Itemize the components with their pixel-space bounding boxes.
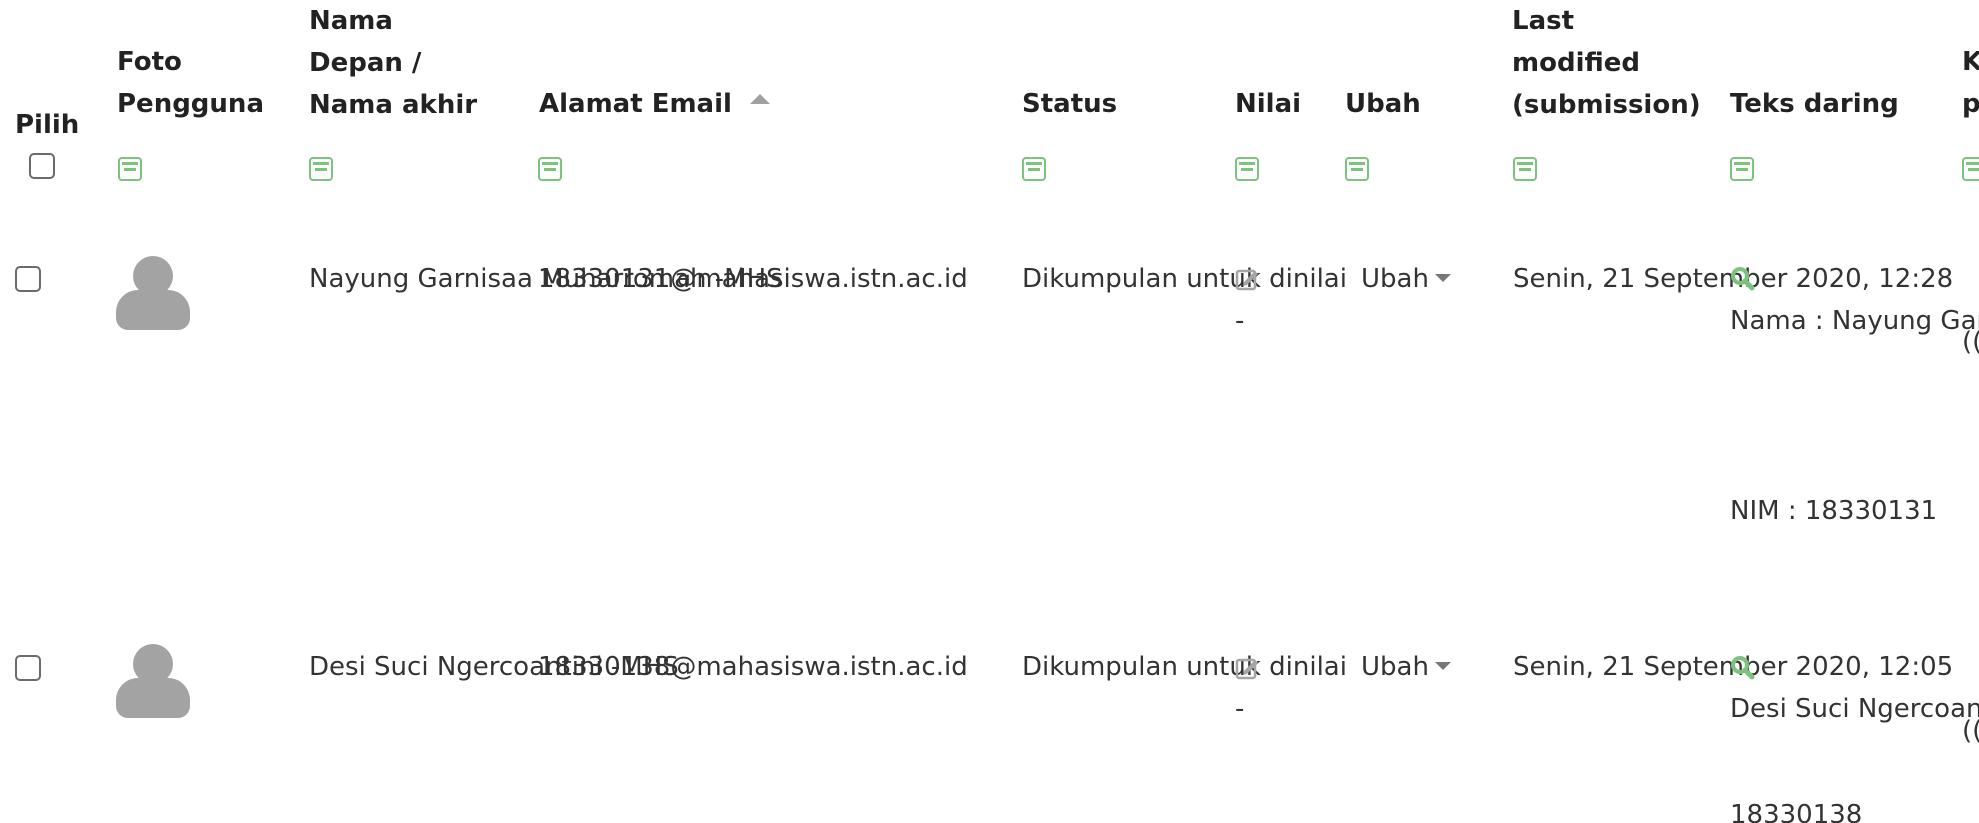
online-text-preview: Nama : Nayung Garnisaa Muharromah <box>1730 306 1979 336</box>
sort-ascending-icon <box>749 94 770 104</box>
collapse-column-icon[interactable] <box>1513 157 1537 181</box>
header-nama[interactable]: Nama Depan / Nama akhir <box>309 0 477 126</box>
online-text-preview: Desi Suci Ngercoantini <box>1730 694 1979 724</box>
header-ubah: Ubah <box>1345 89 1421 119</box>
collapse-column-icon[interactable] <box>1235 157 1259 181</box>
edit-grade-icon[interactable] <box>1235 655 1261 681</box>
edit-grade-icon[interactable] <box>1235 266 1261 292</box>
collapse-column-icon[interactable] <box>538 157 562 181</box>
row-select-checkbox[interactable] <box>15 266 41 292</box>
collapse-column-icon[interactable] <box>1730 157 1754 181</box>
search-icon[interactable] <box>1730 266 1756 292</box>
ubah-label: Ubah <box>1361 652 1429 682</box>
user-email: 18330138@mahasiswa.istn.ac.id <box>538 652 968 682</box>
ubah-dropdown[interactable]: Ubah <box>1361 646 1451 688</box>
header-status[interactable]: Status <box>1022 83 1117 125</box>
search-icon[interactable] <box>1730 655 1756 681</box>
ubah-label: Ubah <box>1361 264 1429 294</box>
next-column-cell: (( <box>1962 327 1979 357</box>
collapse-column-icon[interactable] <box>118 157 142 181</box>
header-alamat-email-label: Alamat Email <box>539 89 732 119</box>
header-last-modified[interactable]: Last modified (submission) <box>1512 0 1701 126</box>
grade-value: - <box>1235 694 1245 724</box>
header-next-column[interactable]: K p <box>1962 41 1979 125</box>
collapse-column-icon[interactable] <box>1962 157 1979 181</box>
user-avatar-icon[interactable] <box>116 256 190 330</box>
grade-value: - <box>1235 306 1245 336</box>
chevron-down-icon <box>1434 662 1451 670</box>
user-email: 18330131@mahasiswa.istn.ac.id <box>538 264 968 294</box>
online-text-preview-extra: 18330138 <box>1730 800 1863 823</box>
header-foto-pengguna: Foto Pengguna <box>117 47 264 119</box>
header-nilai[interactable]: Nilai <box>1235 83 1301 125</box>
online-text-preview-extra: NIM : 18330131 <box>1730 496 1938 526</box>
collapse-column-icon[interactable] <box>309 157 333 181</box>
header-teks-daring: Teks daring <box>1730 89 1899 119</box>
chevron-down-icon <box>1434 274 1451 282</box>
collapse-column-icon[interactable] <box>1345 157 1369 181</box>
ubah-dropdown[interactable]: Ubah <box>1361 258 1451 300</box>
user-avatar-icon[interactable] <box>116 644 190 718</box>
submission-status: Dikumpulan untuk dinilai <box>1022 652 1347 682</box>
grading-table: Pilih Foto Pengguna Nama Depan / Nama ak… <box>0 0 1979 823</box>
next-column-cell: (( <box>1962 716 1979 746</box>
row-select-checkbox[interactable] <box>15 655 41 681</box>
header-pilih: Pilih <box>15 110 80 140</box>
submission-status: Dikumpulan untuk dinilai <box>1022 264 1347 294</box>
select-all-checkbox[interactable] <box>29 153 55 179</box>
collapse-column-icon[interactable] <box>1022 157 1046 181</box>
header-alamat-email[interactable]: Alamat Email <box>539 83 770 125</box>
